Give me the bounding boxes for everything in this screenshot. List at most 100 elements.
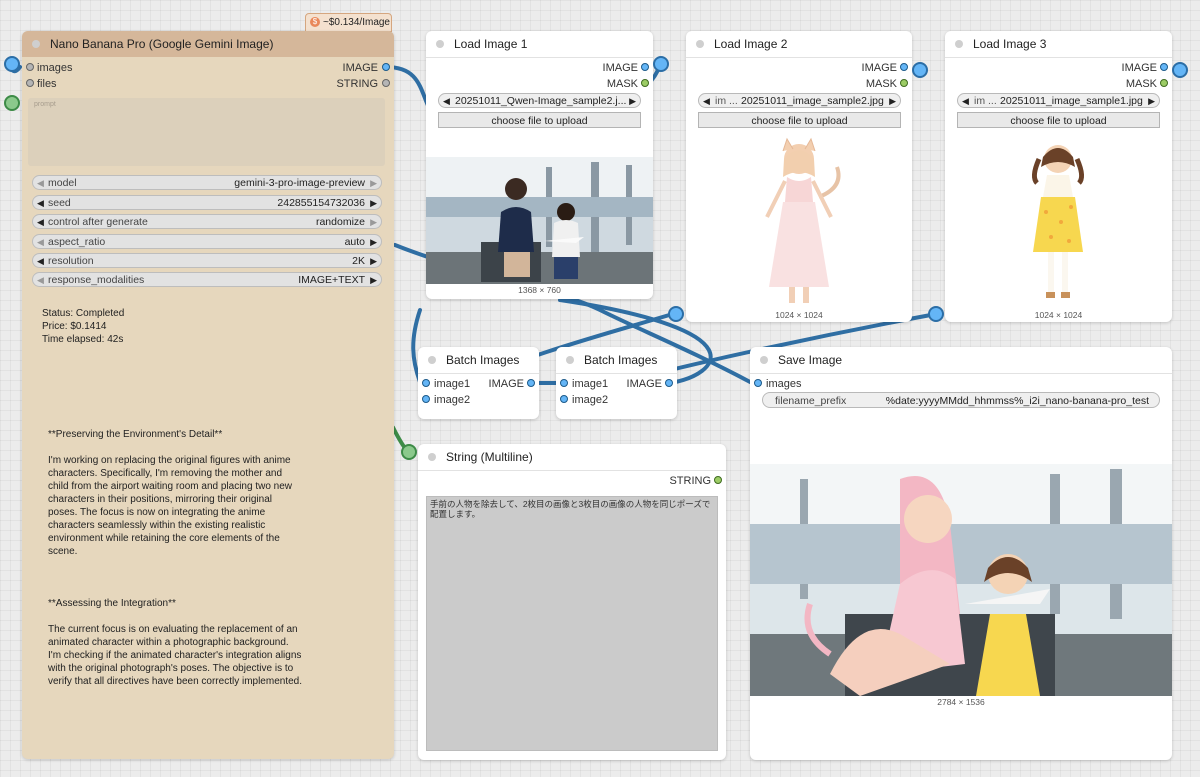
image-preview xyxy=(426,157,653,284)
arrow-right-icon[interactable]: ▶ xyxy=(370,235,377,250)
load-image-1-title-text: Load Image 1 xyxy=(454,37,528,51)
collapse-dot-icon[interactable] xyxy=(436,40,444,48)
load-image-1-node[interactable]: Load Image 1 IMAGE MASK ◀ 20251011_Qwen-… xyxy=(426,31,653,299)
batch-images-1-title[interactable]: Batch Images xyxy=(418,347,539,374)
collapse-dot-icon[interactable] xyxy=(696,40,704,48)
arrow-right-icon[interactable]: ▶ xyxy=(370,273,377,288)
input-image2-slot-icon[interactable] xyxy=(560,395,568,403)
arrow-left-icon[interactable]: ◀ xyxy=(37,196,44,211)
filename-prefix-input[interactable]: filename_prefix %date:yyyyMMdd_hhmmss%_i… xyxy=(762,392,1160,408)
nano-title-text: Nano Banana Pro (Google Gemini Image) xyxy=(50,37,274,51)
model-select[interactable]: ◀ model gemini-3-pro-image-preview ▶ xyxy=(32,175,382,190)
filename-prefix-label: filename_prefix xyxy=(775,395,847,407)
arrow-left-icon[interactable]: ◀ xyxy=(703,94,710,109)
collapse-dot-icon[interactable] xyxy=(955,40,963,48)
collapse-dot-icon[interactable] xyxy=(566,356,574,364)
load-image-2-node[interactable]: Load Image 2 IMAGE MASK ◀ im ... 2025101… xyxy=(686,31,912,322)
reroute-pin-icon[interactable] xyxy=(4,95,20,111)
load-image-2-title[interactable]: Load Image 2 xyxy=(686,31,912,58)
arrow-right-icon[interactable]: ▶ xyxy=(1148,94,1155,109)
image-preview xyxy=(1021,137,1095,309)
output-image-slot-icon[interactable] xyxy=(665,379,673,387)
input-slot-images-icon[interactable] xyxy=(26,63,34,71)
batch-images-2-node[interactable]: Batch Images image1 image2 IMAGE xyxy=(556,347,677,419)
save-image-title[interactable]: Save Image xyxy=(750,347,1172,374)
string-multiline-node[interactable]: String (Multiline) STRING 手前の人物を除去して、2枚目… xyxy=(418,444,726,760)
input-image2-slot-icon[interactable] xyxy=(422,395,430,403)
arrow-left-icon[interactable]: ◀ xyxy=(37,273,44,288)
input-image1-label: image1 xyxy=(572,378,609,390)
output-string-slot-icon[interactable] xyxy=(714,476,722,484)
batch-images-1-node[interactable]: Batch Images image1 image2 IMAGE xyxy=(418,347,539,419)
arrow-right-icon[interactable]: ▶ xyxy=(370,215,377,230)
prompt-textarea[interactable]: prompt xyxy=(28,98,385,166)
reroute-pin-icon[interactable] xyxy=(668,306,684,322)
arrow-right-icon[interactable]: ▶ xyxy=(889,94,896,109)
output-image-slot-icon[interactable] xyxy=(527,379,535,387)
output-image-slot-icon[interactable] xyxy=(900,63,908,71)
output-image-label: IMAGE xyxy=(488,378,524,390)
input-image2-label: image2 xyxy=(434,394,471,406)
save-image-node[interactable]: Save Image images filename_prefix %date:… xyxy=(750,347,1172,760)
arrow-right-icon[interactable]: ▶ xyxy=(370,196,377,211)
string-textarea[interactable]: 手前の人物を除去して、2枚目の画像と3枚目の画像の人物を同じポーズで配置します。 xyxy=(426,496,718,751)
output-image-slot-icon[interactable] xyxy=(382,63,390,71)
load-image-2-title-text: Load Image 2 xyxy=(714,37,788,51)
reroute-pin-icon[interactable] xyxy=(928,306,944,322)
aspect-ratio-select[interactable]: ◀ aspect_ratio auto ▶ xyxy=(32,234,382,249)
reroute-pin-icon[interactable] xyxy=(1172,62,1188,78)
load-image-3-node[interactable]: Load Image 3 IMAGE MASK ◀ im ... 2025101… xyxy=(945,31,1172,322)
seed-input[interactable]: ◀ seed 242855154732036 ▶ xyxy=(32,195,382,210)
arrow-left-icon[interactable]: ◀ xyxy=(37,254,44,269)
reroute-pin-icon[interactable] xyxy=(401,444,417,460)
image-file-select[interactable]: ◀ im ... 20251011_image_sample2.jpg ▶ xyxy=(698,93,901,108)
arrow-left-icon[interactable]: ◀ xyxy=(443,94,450,109)
image-file-select[interactable]: ◀ 20251011_Qwen-Image_sample2.j... ▶ xyxy=(438,93,641,108)
nano-banana-node[interactable]: Nano Banana Pro (Google Gemini Image) im… xyxy=(22,31,394,759)
collapse-dot-icon[interactable] xyxy=(428,356,436,364)
nano-node-title[interactable]: Nano Banana Pro (Google Gemini Image) xyxy=(22,31,394,57)
output-mask-slot-icon[interactable] xyxy=(1160,79,1168,87)
arrow-right-icon[interactable]: ▶ xyxy=(370,254,377,269)
thinking-1-body: I'm working on replacing the original fi… xyxy=(48,455,293,557)
output-image-dimensions: 2784 × 1536 xyxy=(937,697,985,707)
image-file-select[interactable]: ◀ im ... 20251011_image_sample1.jpg ▶ xyxy=(957,93,1160,108)
save-image-title-text: Save Image xyxy=(778,353,843,367)
resolution-select[interactable]: ◀ resolution 2K ▶ xyxy=(32,253,382,268)
control-after-generate-select[interactable]: ◀ control after generate randomize ▶ xyxy=(32,214,382,229)
output-mask-slot-icon[interactable] xyxy=(900,79,908,87)
reroute-pin-icon[interactable] xyxy=(912,62,928,78)
arrow-left-icon[interactable]: ◀ xyxy=(37,215,44,230)
collapse-dot-icon[interactable] xyxy=(760,356,768,364)
reroute-pin-icon[interactable] xyxy=(653,56,669,72)
input-images-label: images xyxy=(766,378,802,390)
response-modalities-label: response_modalities xyxy=(48,274,145,286)
arrow-right-icon[interactable]: ▶ xyxy=(629,94,636,109)
load-image-3-title[interactable]: Load Image 3 xyxy=(945,31,1172,58)
reroute-pin-icon[interactable] xyxy=(4,56,20,72)
input-images-slot-icon[interactable] xyxy=(754,379,762,387)
response-modalities-select[interactable]: ◀ response_modalities IMAGE+TEXT ▶ xyxy=(32,272,382,287)
output-image-slot-icon[interactable] xyxy=(641,63,649,71)
arrow-left-icon[interactable]: ◀ xyxy=(962,94,969,109)
upload-button[interactable]: choose file to upload xyxy=(957,112,1160,128)
input-image1-slot-icon[interactable] xyxy=(422,379,430,387)
arrow-left-icon[interactable]: ◀ xyxy=(37,176,44,191)
output-image-slot-icon[interactable] xyxy=(1160,63,1168,71)
input-slot-files-icon[interactable] xyxy=(26,79,34,87)
output-mask-slot-icon[interactable] xyxy=(641,79,649,87)
aspect-ratio-value: auto xyxy=(344,236,365,248)
arrow-right-icon[interactable]: ▶ xyxy=(370,176,377,191)
batch-images-2-title[interactable]: Batch Images xyxy=(556,347,677,374)
output-string-slot-icon[interactable] xyxy=(382,79,390,87)
collapse-dot-icon[interactable] xyxy=(428,453,436,461)
upload-button[interactable]: choose file to upload xyxy=(698,112,901,128)
string-multiline-title[interactable]: String (Multiline) xyxy=(418,444,726,471)
load-image-1-title[interactable]: Load Image 1 xyxy=(426,31,653,58)
control-label: control after generate xyxy=(48,216,148,228)
arrow-left-icon[interactable]: ◀ xyxy=(37,235,44,250)
collapse-dot-icon[interactable] xyxy=(32,40,40,48)
upload-button[interactable]: choose file to upload xyxy=(438,112,641,128)
aspect-ratio-label: aspect_ratio xyxy=(48,236,106,248)
input-image1-slot-icon[interactable] xyxy=(560,379,568,387)
